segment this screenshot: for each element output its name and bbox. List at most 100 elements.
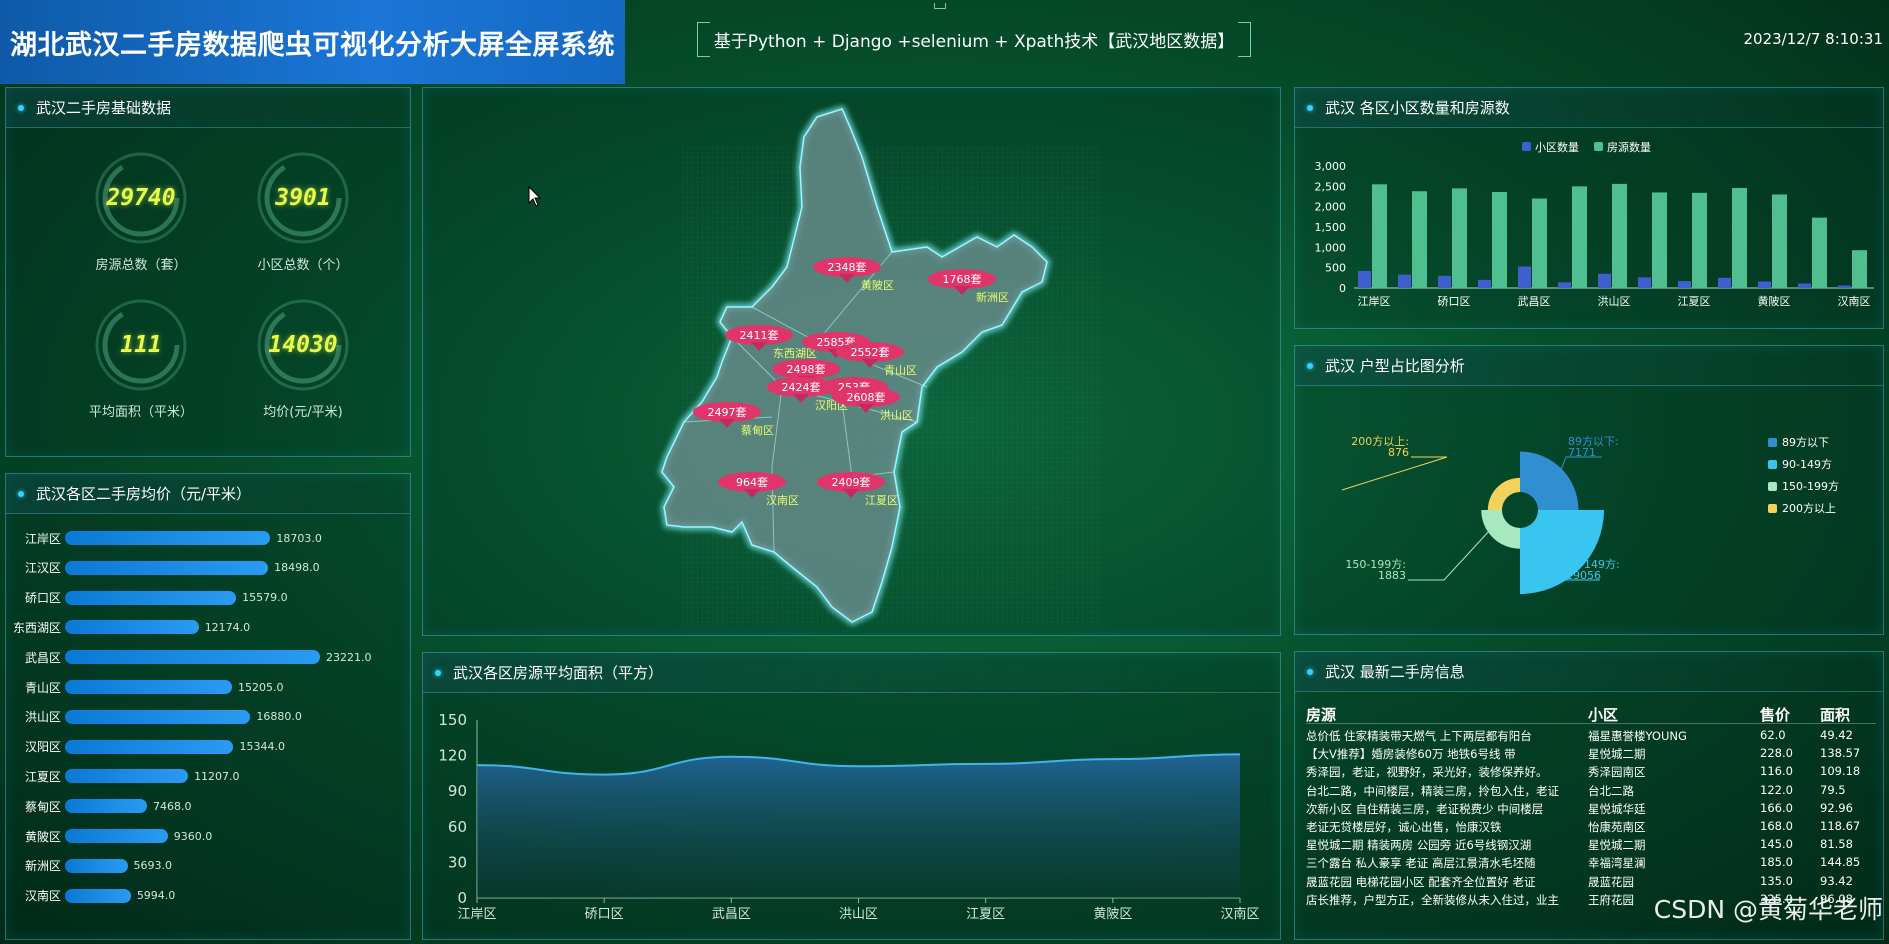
community-cell: 幸福湾星澜 [1588, 856, 1646, 871]
table-row[interactable]: 台北二路，中间楼层，精装三房，拎包入住，老证 台北二路 122.0 79.5 [1306, 783, 1876, 801]
community-cell: 台北二路 [1588, 783, 1634, 798]
community-cell: 怡康苑南区 [1588, 820, 1646, 834]
price-bar [65, 650, 320, 665]
district-label: 新洲区 [24, 859, 61, 874]
table-row[interactable]: 【大V推荐】婚房装修60万 地铁6号线 带 星悦城二期 228.0 138.57 [1306, 746, 1876, 764]
listing-title-cell: 三个露台 私人豪享 老证 高层江景清水毛坯随 [1306, 856, 1536, 871]
bar-listing-count [1412, 191, 1427, 288]
table-row[interactable]: 秀泽园，老证，视野好，采光好，装修保养好。 秀泽园南区 116.0 109.18 [1306, 764, 1876, 782]
price-bar [65, 531, 271, 545]
legend-label: 房源数量 [1607, 140, 1651, 154]
price-bar [65, 709, 251, 724]
area-cell: 49.42 [1820, 728, 1853, 742]
bar-community-count [1558, 282, 1571, 288]
price-bar [65, 888, 131, 903]
x-tick-label: 洪山区 [839, 907, 878, 922]
panel-header: 武汉 最新二手房信息 [1295, 652, 1883, 692]
column-header-community: 小区 [1588, 706, 1619, 724]
y-tick-label: 1,500 [1315, 221, 1347, 234]
price-bar-row: 汉南区 5994.0 [10, 886, 400, 906]
bar-listing-count [1492, 192, 1507, 288]
community-cell: 秀泽园南区 [1588, 765, 1646, 780]
x-tick-label: 江岸区 [457, 907, 496, 922]
price-bar-row: 汉阳区 15344.0 [10, 737, 400, 757]
price-value-label: 18703.0 [276, 531, 322, 545]
price-value-label: 11207.0 [194, 769, 240, 783]
stat-ring: 14030 [255, 297, 351, 393]
marker-count-label: 2409套 [832, 476, 871, 489]
panel-header: 武汉 各区小区数量和房源数 [1295, 88, 1883, 128]
marker-count-label: 2424套 [782, 381, 821, 394]
price-bar [65, 739, 234, 754]
bar-listing-count [1852, 250, 1867, 288]
table-row[interactable]: 次新小区 自住精装三房，老证税费少 中间楼层 星悦城华廷 166.0 92.96 [1306, 801, 1876, 819]
x-tick-label: 黄陂区 [1758, 294, 1791, 308]
panel-title: 武汉二手房基础数据 [36, 99, 172, 117]
bar-community-count [1598, 273, 1611, 288]
bar-listing-count [1572, 186, 1587, 288]
table-row[interactable]: 星悦城二期 精装两房 公园旁 近6号线钢汉湖 星悦城二期 145.0 81.58 [1306, 837, 1876, 855]
y-tick-label: 3,000 [1315, 160, 1347, 173]
bar-listing-count [1532, 198, 1547, 288]
x-tick-label: 硚口区 [585, 907, 624, 922]
label-leader-line [1408, 529, 1491, 581]
table-row[interactable]: 总价低 住家精装带天燃气 上下两层都有阳台 福星惠誉楼YOUNG 62.0 49.42 [1306, 728, 1876, 746]
stat-total-communities: 3901 小区总数（个） [228, 150, 378, 273]
listing-title-cell: 【大V推荐】婚房装修60万 地铁6号线 带 [1306, 747, 1516, 762]
panel-title: 武汉 户型占比图分析 [1325, 357, 1465, 375]
page-subtitle: 基于Python + Django +selenium + Xpath技术【武汉… [697, 22, 1251, 57]
marker-district-label: 洪山区 [880, 408, 913, 422]
table-row[interactable]: 晟蓝花园 电梯花园小区 配套齐全位置好 老证 晟蓝花园 135.0 93.42 [1306, 874, 1876, 892]
price-bar [65, 829, 168, 843]
x-tick-label: 武昌区 [1518, 295, 1551, 308]
legend-label: 150-199方 [1782, 479, 1839, 493]
x-tick-label: 江夏区 [966, 907, 1005, 922]
price-cell: 135.0 [1760, 873, 1793, 888]
page-title: 湖北武汉二手房数据爬虫可视化分析大屏全屏系统 [10, 29, 615, 61]
bar-community-count [1518, 266, 1531, 288]
district-label: 东西湖区 [12, 620, 61, 635]
stat-total-listings: 29740 房源总数（套） [66, 150, 216, 273]
price-bar-row: 江岸区 18703.0 [10, 528, 400, 548]
y-tick-label: 90 [448, 782, 467, 800]
price-value-label: 15579.0 [242, 591, 288, 605]
bar-listing-count [1372, 184, 1387, 288]
bar-community-count [1358, 270, 1371, 288]
x-tick-label: 武昌区 [712, 907, 751, 922]
price-bar [65, 560, 269, 575]
table-row[interactable]: 老证无贷楼层好，诚心出售，怡康汉铁 怡康苑南区 168.0 118.67 [1306, 819, 1876, 837]
panel-header: 武汉 户型占比图分析 [1295, 346, 1883, 386]
legend-swatch [1768, 504, 1777, 513]
price-value-label: 16880.0 [256, 710, 302, 724]
marker-count-label: 2498套 [787, 363, 826, 376]
price-value-label: 15344.0 [239, 740, 285, 754]
x-tick-label: 洪山区 [1598, 294, 1631, 308]
price-bar [65, 590, 237, 605]
community-cell: 晟蓝花园 [1588, 874, 1634, 889]
area-cell: 118.67 [1820, 819, 1861, 833]
marker-count-label: 2552套 [851, 346, 890, 359]
district-label: 洪山区 [24, 710, 61, 725]
legend-swatch [1768, 460, 1777, 469]
y-tick-label: 1,000 [1315, 241, 1347, 254]
rose-slice [1520, 451, 1579, 510]
marker-count-label: 964套 [736, 476, 768, 489]
price-bar-row: 青山区 15205.0 [10, 677, 400, 697]
x-tick-label: 江夏区 [1678, 295, 1711, 308]
price-bar [65, 799, 147, 814]
marker-district-label: 东西湖区 [773, 347, 817, 360]
area-cell: 109.18 [1820, 764, 1861, 779]
marker-district-label: 青山区 [884, 364, 917, 377]
district-label: 蔡甸区 [24, 799, 61, 814]
panel-title: 武汉各区二手房均价（元/平米） [36, 485, 252, 503]
listing-title-cell: 次新小区 自住精装三房，老证税费少 中间楼层 [1306, 801, 1544, 816]
bar-community-count [1638, 277, 1651, 288]
legend-swatch [1768, 482, 1777, 491]
stat-label: 平均面积（平米） [88, 405, 193, 420]
datetime-display: 2023/12/7 8:10:31 [1743, 30, 1883, 48]
x-tick-label: 汉南区 [1838, 295, 1871, 308]
price-cell: 168.0 [1760, 819, 1793, 833]
price-value-label: 5693.0 [133, 859, 173, 873]
price-value-label: 5994.0 [136, 889, 176, 903]
table-row[interactable]: 三个露台 私人豪享 老证 高层江景清水毛坯随 幸福湾星澜 185.0 144.85 [1306, 855, 1876, 873]
